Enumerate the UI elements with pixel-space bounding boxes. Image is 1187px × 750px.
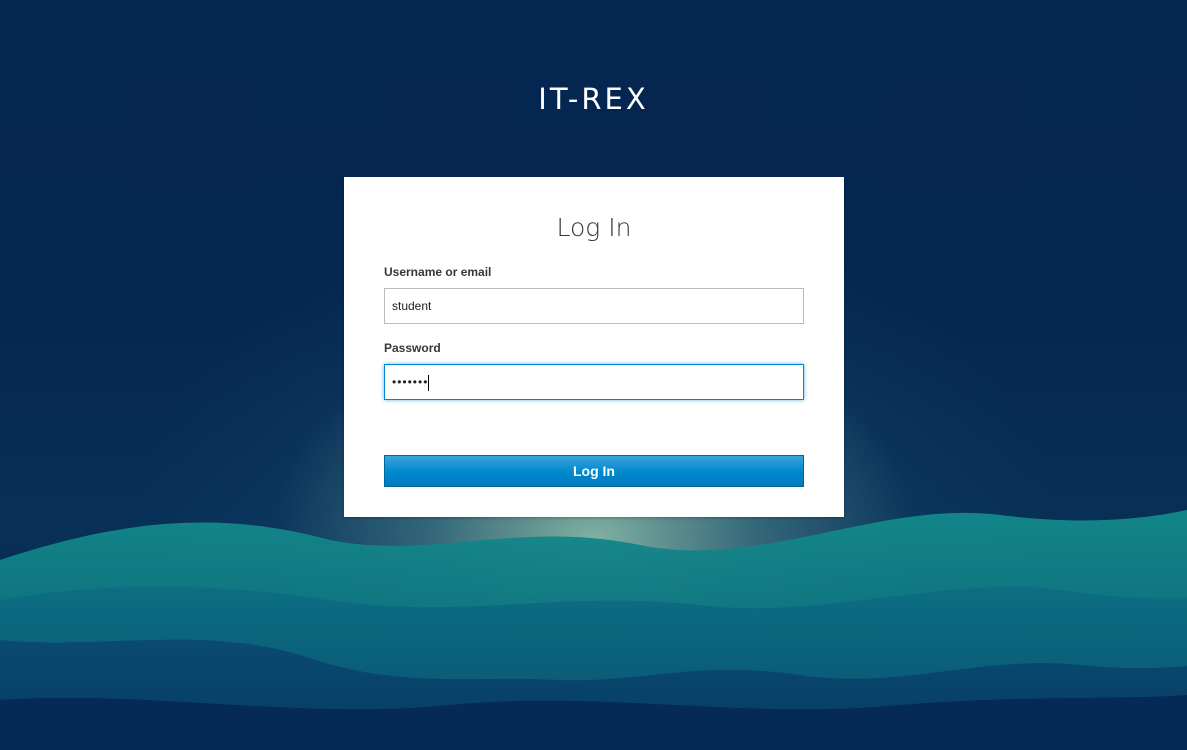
hill-foreground bbox=[0, 695, 1187, 750]
login-heading: Log In bbox=[556, 213, 632, 242]
password-label: Password bbox=[384, 341, 441, 355]
password-value: ••••••• bbox=[392, 375, 429, 389]
text-caret bbox=[428, 374, 430, 391]
login-card: Log In Username or email student Passwor… bbox=[344, 177, 844, 517]
username-label: Username or email bbox=[384, 265, 492, 279]
brand-title: IT-REX bbox=[538, 82, 649, 116]
login-page: IT-REX Log In Username or email student … bbox=[0, 0, 1187, 750]
password-input[interactable]: ••••••• bbox=[384, 364, 804, 400]
login-button[interactable]: Log In bbox=[384, 455, 804, 487]
username-input[interactable]: student bbox=[384, 288, 804, 324]
username-value: student bbox=[392, 299, 432, 313]
